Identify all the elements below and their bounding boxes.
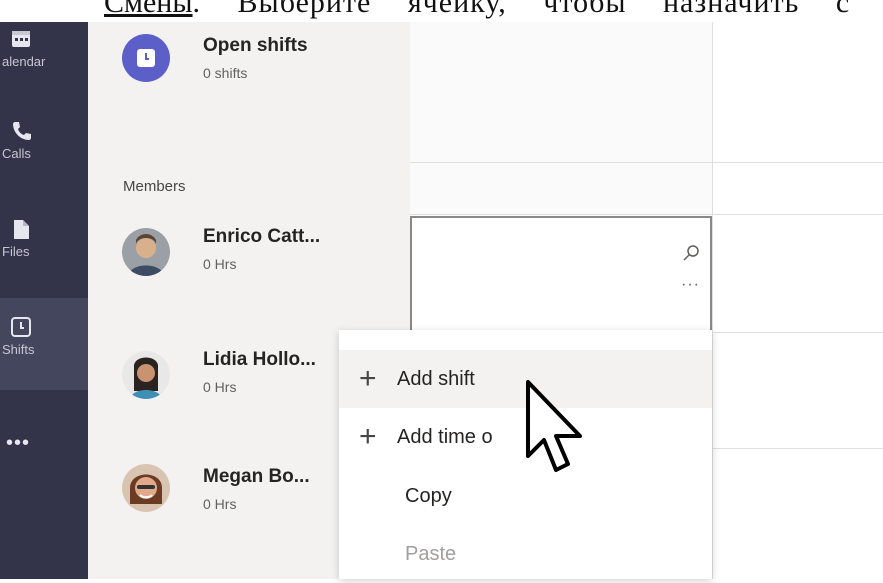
calendar-icon [12, 31, 30, 47]
rail-more-icon[interactable]: ••• [6, 432, 30, 455]
caption-text: . Выберите ячейку, чтобы назначить с [192, 0, 851, 19]
plus-icon: + [359, 420, 377, 453]
open-shifts-title: Open shifts [203, 35, 308, 56]
avatar [122, 351, 170, 399]
open-shifts-row[interactable]: Open shifts 0 shifts [88, 28, 410, 108]
mouse-cursor-icon [526, 380, 582, 472]
selected-shift-cell[interactable]: ··· [410, 216, 712, 336]
file-icon [14, 220, 29, 239]
rail-item-calls[interactable]: Calls [0, 120, 88, 210]
phone-icon [13, 122, 31, 140]
rail-item-calendar[interactable]: alendar [0, 28, 88, 118]
menu-item-label: Copy [405, 484, 452, 507]
member-hours: 0 Hrs [203, 379, 237, 395]
rail-label-calendar: alendar [2, 54, 46, 69]
menu-item-label: Paste [405, 542, 457, 565]
avatar [122, 464, 170, 512]
member-row[interactable]: Enrico Catt... 0 Hrs [88, 222, 410, 302]
plus-icon: + [359, 362, 377, 395]
member-name: Enrico Catt... [203, 226, 321, 247]
rail-item-shifts[interactable]: Shifts [0, 298, 88, 390]
open-shifts-icon [122, 34, 170, 82]
member-hours: 0 Hrs [203, 496, 237, 512]
grid-divider [410, 162, 883, 163]
more-options-icon[interactable]: ··· [681, 276, 700, 294]
rail-label-calls: Calls [2, 146, 31, 161]
rail-label-shifts: Shifts [2, 342, 35, 357]
avatar [122, 228, 170, 276]
document-caption: Смены. Выберите ячейку, чтобы назначить … [0, 0, 883, 22]
rail-label-files: Files [2, 244, 30, 259]
rail-item-files[interactable]: Files [0, 218, 88, 308]
members-section-label: Members [123, 178, 186, 195]
app-rail: alendar Calls Files Shifts ••• [0, 0, 88, 579]
open-shifts-count: 0 shifts [203, 65, 248, 81]
search-icon[interactable] [682, 244, 700, 262]
grid-divider [410, 214, 883, 215]
menu-item-label: Add time o [397, 425, 493, 448]
menu-item-paste[interactable]: Paste [339, 525, 712, 583]
member-name: Lidia Hollo... [203, 349, 316, 370]
grid-divider [712, 0, 713, 579]
member-name: Megan Bo... [203, 466, 310, 487]
shifts-clock-icon [11, 317, 31, 337]
caption-link: Смены [104, 0, 193, 19]
menu-item-label: Add shift [397, 367, 475, 390]
member-hours: 0 Hrs [203, 256, 237, 272]
